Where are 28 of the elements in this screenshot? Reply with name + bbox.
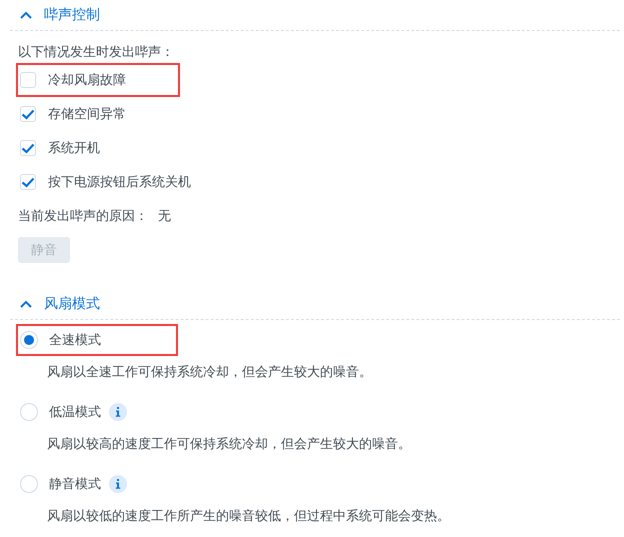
checkbox[interactable]	[20, 72, 36, 88]
section-title: 哔声控制	[44, 6, 100, 24]
reason-label: 当前发出哔声的原因：	[18, 208, 148, 225]
chevron-icon[interactable]	[20, 11, 32, 19]
radio-label: 全速模式	[49, 332, 101, 349]
checkbox-label: 冷却风扇故障	[48, 72, 126, 89]
checkbox[interactable]	[20, 106, 36, 122]
checkbox-label: 按下电源按钮后系统关机	[48, 174, 191, 191]
chevron-icon[interactable]	[20, 300, 32, 308]
radio-button[interactable]	[20, 331, 38, 349]
intro-text: 以下情况发生时发出哔声：	[18, 44, 175, 62]
radio-label: 低温模式	[49, 404, 101, 421]
section-header[interactable]: 哔声控制	[10, 0, 620, 31]
radio-button[interactable]	[20, 403, 38, 421]
checkbox-label: 系统开机	[48, 140, 100, 157]
reason-value: 无	[158, 208, 171, 225]
checkbox[interactable]	[20, 140, 36, 156]
info-icon[interactable]	[109, 475, 127, 493]
section-title: 风扇模式	[44, 295, 100, 313]
info-icon[interactable]	[109, 403, 127, 421]
radio-button[interactable]	[20, 475, 38, 493]
mode-description: 风扇以全速工作可保持系统冷却，但会产生较大的噪音。	[46, 364, 373, 382]
checkbox-label: 存储空间异常	[48, 106, 126, 123]
radio-label: 静音模式	[49, 476, 101, 493]
mode-description: 风扇以较低的速度工作所产生的噪音较低，但过程中系统可能会变热。	[46, 508, 451, 526]
mode-description: 风扇以较高的速度工作可保持系统冷却，但会产生较大的噪音。	[46, 436, 412, 454]
checkbox[interactable]	[20, 174, 36, 190]
section-header[interactable]: 风扇模式	[10, 289, 620, 320]
